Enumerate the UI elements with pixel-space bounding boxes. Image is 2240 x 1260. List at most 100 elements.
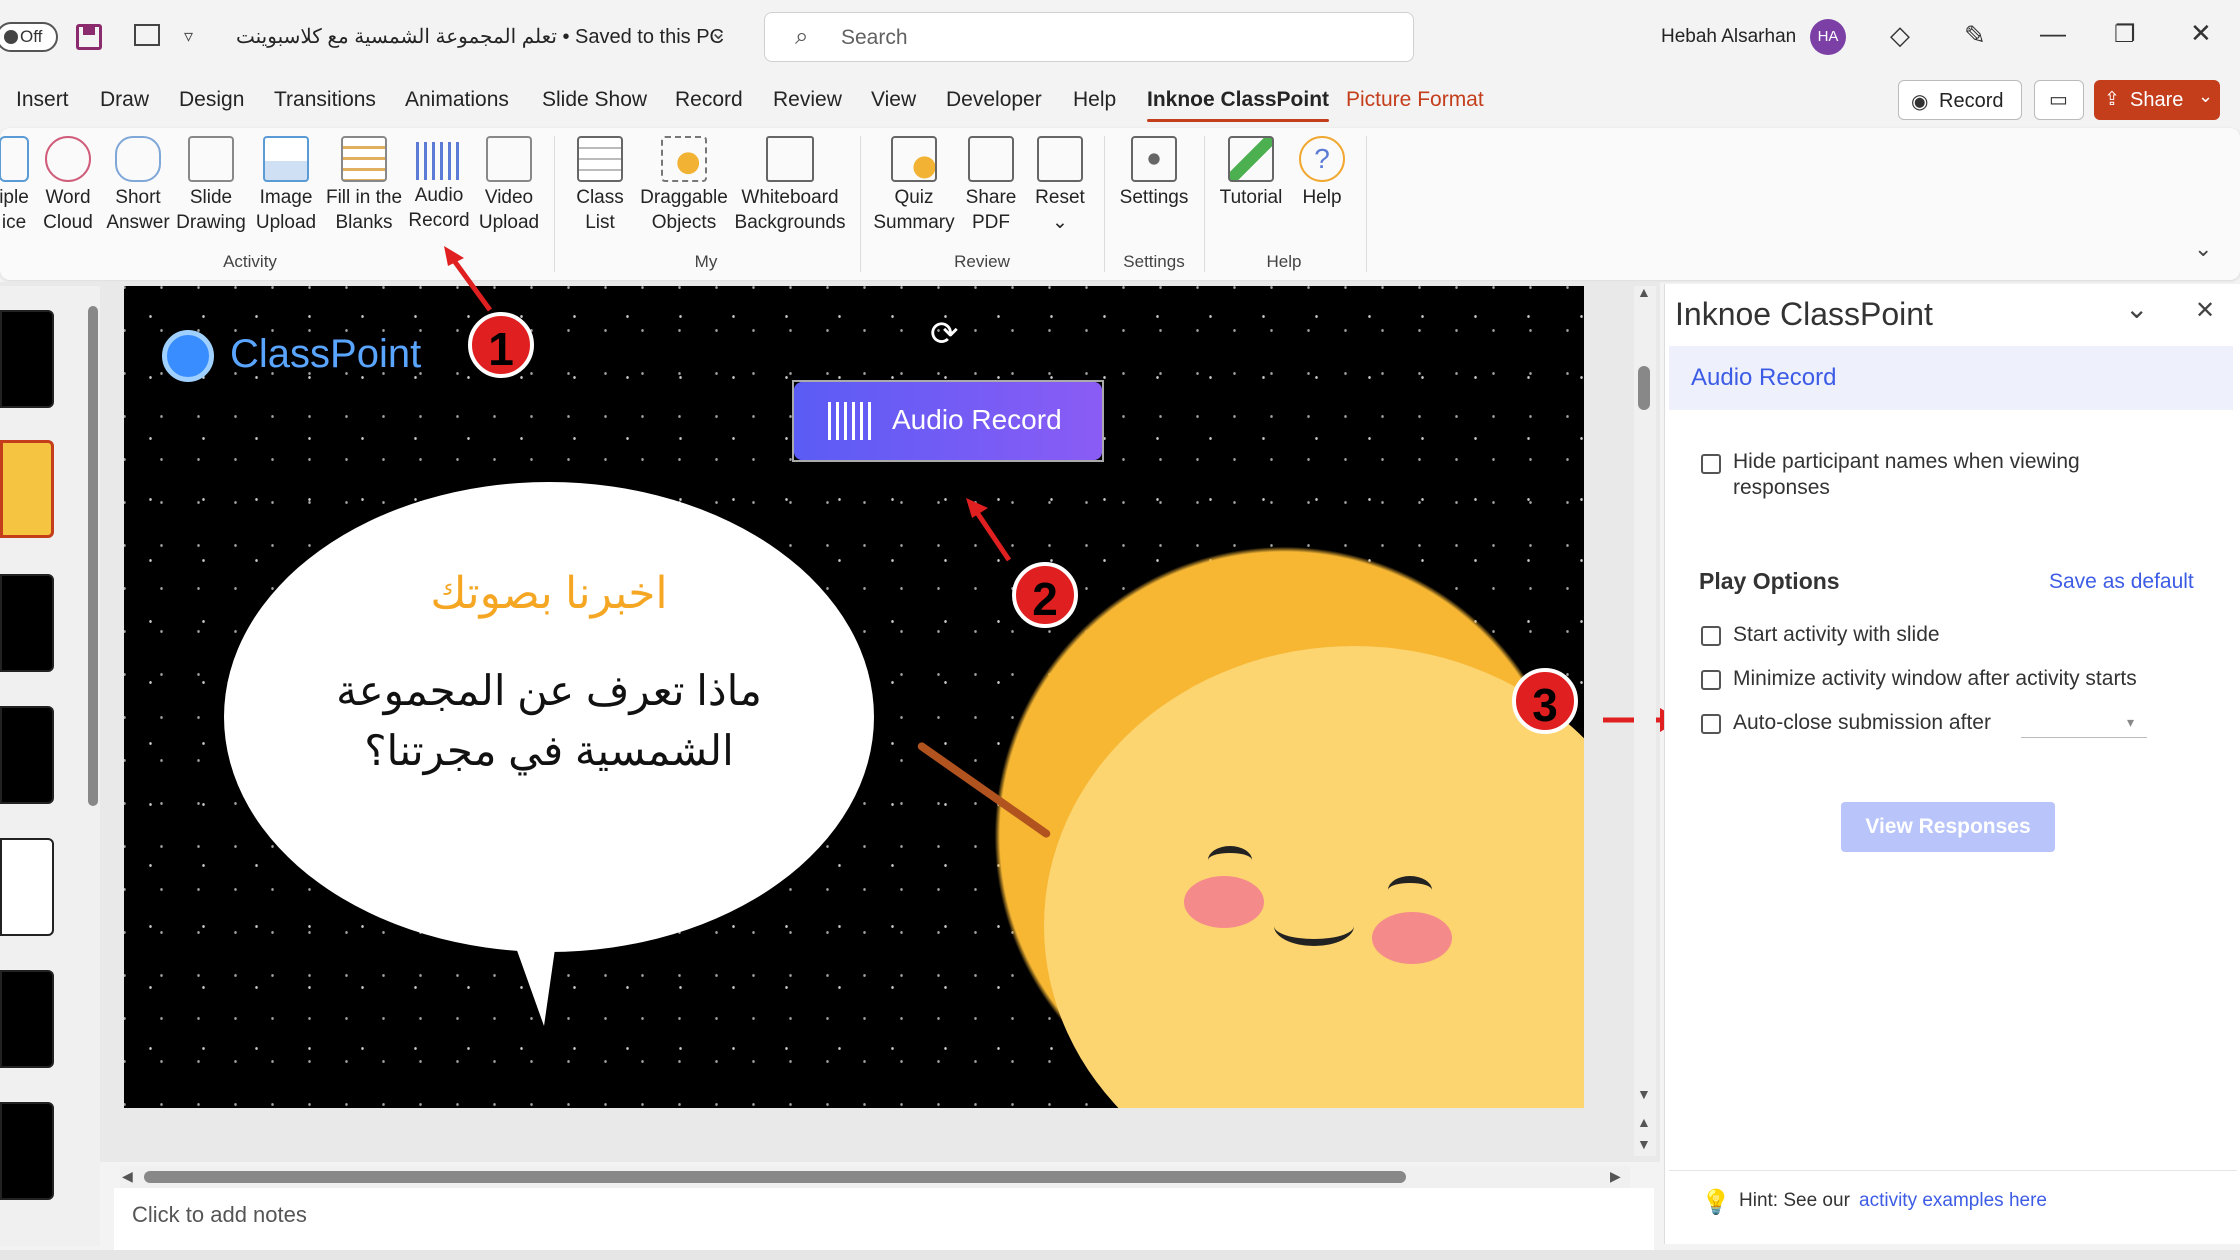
record-button[interactable]: ◉ Record — [1898, 80, 2022, 120]
tab-design[interactable]: Design — [179, 88, 244, 112]
slide-thumbnail[interactable] — [0, 706, 54, 804]
fill-in-blanks-button[interactable]: Fill in the Blanks — [322, 136, 406, 235]
tab-slide-show[interactable]: Slide Show — [542, 88, 647, 112]
tab-transitions[interactable]: Transitions — [274, 88, 376, 112]
slide-thumbnail[interactable] — [0, 838, 54, 936]
comments-button[interactable]: ▭ — [2034, 80, 2084, 120]
tab-animations[interactable]: Animations — [405, 88, 509, 112]
quiz-summary-button[interactable]: Quiz Summary — [872, 136, 956, 235]
prev-slide-icon[interactable]: ▲ — [1637, 1114, 1651, 1130]
annotation-arrow-1 — [444, 246, 493, 312]
audio-record-button[interactable]: Audio Record — [406, 136, 472, 233]
scroll-left-icon[interactable]: ◀ — [122, 1168, 133, 1185]
auto-close-checkbox[interactable] — [1701, 714, 1721, 734]
btn-line1: Fill in the — [325, 187, 403, 208]
classpoint-logo-text: ClassPoint — [230, 332, 422, 376]
reset-button[interactable]: Reset ⌄ — [1026, 136, 1094, 235]
slide-drawing-button[interactable]: Slide Drawing — [172, 136, 250, 235]
collapse-ribbon-icon[interactable]: ⌄ — [2194, 236, 2212, 262]
save-icon[interactable] — [76, 24, 102, 50]
share-button[interactable]: ⇪ Share ⌄ — [2094, 80, 2220, 120]
comment-icon: ▭ — [2049, 89, 2068, 111]
autosave-toggle[interactable]: Off — [0, 22, 58, 52]
hide-names-checkbox[interactable] — [1701, 454, 1721, 474]
tab-developer[interactable]: Developer — [946, 88, 1042, 112]
user-name[interactable]: Hebah Alsarhan — [1661, 26, 1796, 48]
help-button[interactable]: ? Help — [1290, 136, 1354, 210]
minimize-window-checkbox[interactable] — [1701, 670, 1721, 690]
save-as-default-link[interactable]: Save as default — [2049, 570, 2194, 594]
sun-eye-left — [1208, 846, 1252, 874]
fill-in-blanks-icon — [341, 136, 387, 182]
autosave-state: Off — [20, 27, 43, 46]
search-box[interactable]: ⌕ Search — [764, 12, 1414, 62]
pen-icon[interactable]: ✎ — [1964, 20, 1986, 51]
image-upload-button[interactable]: Image Upload — [254, 136, 318, 235]
thumbnail-pane[interactable] — [0, 286, 100, 1246]
chevron-down-icon[interactable]: ⌄ — [2198, 86, 2213, 107]
slide-thumbnail-selected[interactable] — [0, 440, 54, 538]
btn-line2: ice — [1, 212, 27, 233]
tab-review[interactable]: Review — [773, 88, 842, 112]
diamond-icon[interactable]: ◇ — [1890, 20, 1910, 51]
scrollbar-thumb[interactable] — [144, 1171, 1406, 1183]
tab-insert[interactable]: Insert — [16, 88, 69, 112]
customize-qat-icon[interactable]: ▿ — [184, 26, 193, 47]
avatar[interactable]: HA — [1810, 19, 1846, 55]
slide-thumbnail[interactable] — [0, 574, 54, 672]
restore-icon[interactable]: ❐ — [2114, 20, 2136, 49]
slide-thumbnail[interactable] — [0, 1102, 54, 1200]
section-title: Audio Record — [1691, 364, 1837, 391]
tab-picture-format[interactable]: Picture Format — [1346, 88, 1484, 112]
multiple-choice-button[interactable]: iple ice — [0, 136, 34, 235]
class-list-button[interactable]: Class List — [566, 136, 634, 235]
thumbnail-scrollbar[interactable] — [88, 306, 98, 806]
play-options-heading: Play Options — [1699, 568, 1840, 594]
scroll-right-icon[interactable]: ▶ — [1610, 1168, 1621, 1185]
tab-draw[interactable]: Draw — [100, 88, 149, 112]
btn-line1: Reset — [1035, 187, 1085, 208]
activity-examples-link[interactable]: activity examples here — [1859, 1190, 2047, 1212]
start-with-slide-checkbox[interactable] — [1701, 626, 1721, 646]
short-answer-icon — [115, 136, 161, 182]
scrollbar-thumb[interactable] — [1638, 366, 1650, 410]
slide-thumbnail[interactable] — [0, 970, 54, 1068]
short-answer-button[interactable]: Short Answer — [104, 136, 172, 235]
btn-line1: Help — [1302, 187, 1342, 208]
whiteboard-backgrounds-button[interactable]: Whiteboard Backgrounds — [734, 136, 846, 235]
scroll-down-icon[interactable]: ▼ — [1637, 1086, 1651, 1102]
btn-line2: Answer — [106, 212, 170, 233]
selection-frame — [792, 380, 1104, 462]
slide-canvas[interactable]: ClassPoint Audio Record ⟳ اخبرنا بصوتك م… — [124, 286, 1584, 1108]
share-pdf-button[interactable]: Share PDF — [956, 136, 1026, 235]
horizontal-scrollbar[interactable]: ◀ ▶ — [120, 1166, 1630, 1188]
view-responses-button[interactable]: View Responses — [1841, 802, 2055, 852]
minimize-icon[interactable]: — — [2040, 18, 2066, 49]
tab-inknoe-classpoint[interactable]: Inknoe ClassPoint — [1147, 88, 1330, 122]
tutorial-button[interactable]: Tutorial — [1212, 136, 1290, 210]
chevron-down-icon[interactable]: ⌄ — [710, 20, 727, 45]
tab-record[interactable]: Record — [675, 88, 743, 112]
share-icon: ⇪ — [2104, 89, 2120, 110]
auto-close-dropdown[interactable]: ▾ — [2021, 712, 2147, 738]
video-upload-button[interactable]: Video Upload — [474, 136, 544, 235]
document-title[interactable]: تعلم المجموعة الشمسية مع كلاسبوينت • Sav… — [236, 24, 724, 49]
bubble-question-line2: الشمسية في مجرتنا؟ — [364, 727, 734, 774]
word-cloud-button[interactable]: Word Cloud — [40, 136, 96, 235]
slide-thumbnail[interactable] — [0, 310, 54, 408]
present-icon[interactable] — [134, 24, 160, 46]
tab-help[interactable]: Help — [1073, 88, 1116, 112]
chevron-down-icon[interactable]: ⌄ — [2125, 292, 2148, 325]
vertical-scrollbar[interactable]: ▲ ▼ ▲ ▼ — [1634, 284, 1656, 1156]
draggable-objects-button[interactable]: Draggable Objects — [636, 136, 732, 235]
settings-button[interactable]: Settings — [1112, 136, 1196, 210]
next-slide-icon[interactable]: ▼ — [1637, 1136, 1651, 1152]
scroll-up-icon[interactable]: ▲ — [1637, 284, 1651, 300]
btn-line1: Class — [576, 187, 624, 208]
close-icon[interactable]: ✕ — [2195, 296, 2215, 325]
sun-mouth — [1274, 906, 1354, 946]
close-icon[interactable]: ✕ — [2190, 18, 2212, 49]
notes-field[interactable]: Click to add notes — [114, 1188, 1654, 1252]
tab-view[interactable]: View — [871, 88, 916, 112]
rotate-handle-icon[interactable]: ⟳ — [930, 314, 959, 354]
